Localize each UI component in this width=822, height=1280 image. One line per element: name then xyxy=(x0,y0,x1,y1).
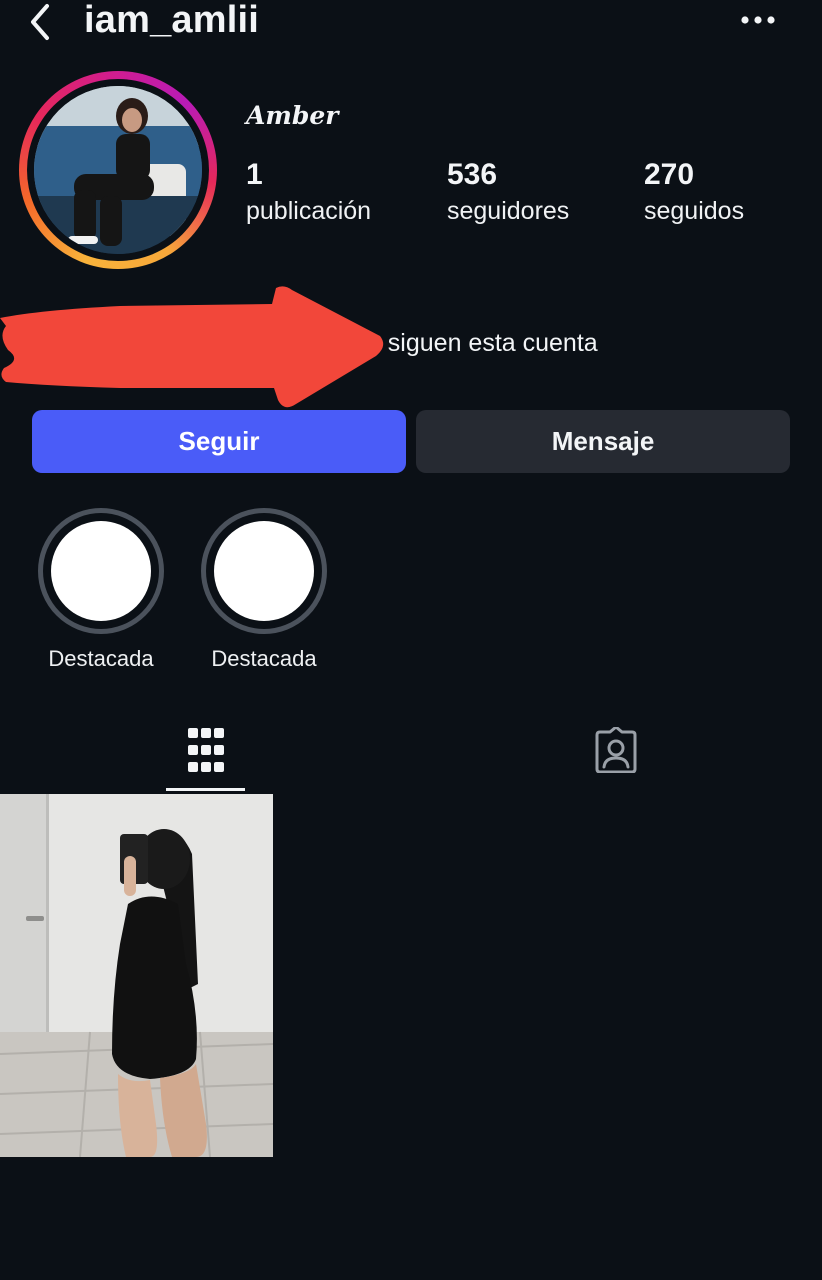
highlight-ring xyxy=(201,508,327,634)
highlight-cover xyxy=(51,521,151,621)
posts-count-value: 1 xyxy=(246,158,263,191)
following-count-label: seguidos xyxy=(644,197,745,225)
message-button[interactable]: Mensaje xyxy=(416,410,790,473)
post-thumbnail[interactable] xyxy=(0,794,273,1157)
highlight-cover xyxy=(214,521,314,621)
followers-count-value: 536 xyxy=(447,158,498,191)
grid-icon xyxy=(187,728,224,772)
story-highlight[interactable]: Destacada xyxy=(199,508,329,674)
highlight-label: Destacada xyxy=(211,646,317,671)
chevron-left-icon xyxy=(31,4,49,40)
annotation-arrow-icon xyxy=(0,286,384,408)
highlight-ring xyxy=(38,508,164,634)
avatar xyxy=(34,86,202,254)
display-name: Amber xyxy=(246,101,339,130)
more-options-button[interactable] xyxy=(734,6,782,34)
top-bar: iam_amlii xyxy=(0,0,822,48)
more-horizontal-icon xyxy=(741,16,775,24)
followers-count[interactable]: 536 seguidores xyxy=(447,156,569,228)
back-button[interactable] xyxy=(18,0,62,44)
post-image xyxy=(0,794,273,1157)
following-count-value: 270 xyxy=(644,158,695,191)
follow-button[interactable]: Seguir xyxy=(32,410,406,473)
followers-count-label: seguidores xyxy=(447,197,570,225)
tagged-icon xyxy=(595,727,637,773)
posts-count[interactable]: 1 publicación xyxy=(246,156,371,228)
story-ring[interactable] xyxy=(19,71,217,269)
highlight-label: Destacada xyxy=(48,646,154,671)
profile-username: iam_amlii xyxy=(84,0,260,41)
followed-by-suffix: siguen esta cuenta xyxy=(380,329,598,357)
tab-posts-grid[interactable] xyxy=(166,708,245,792)
tab-tagged[interactable] xyxy=(575,708,657,792)
posts-count-label: publicación xyxy=(246,197,372,225)
story-highlight[interactable]: Destacada xyxy=(36,508,166,674)
following-count[interactable]: 270 seguidos xyxy=(644,156,744,228)
active-tab-indicator xyxy=(166,788,245,791)
